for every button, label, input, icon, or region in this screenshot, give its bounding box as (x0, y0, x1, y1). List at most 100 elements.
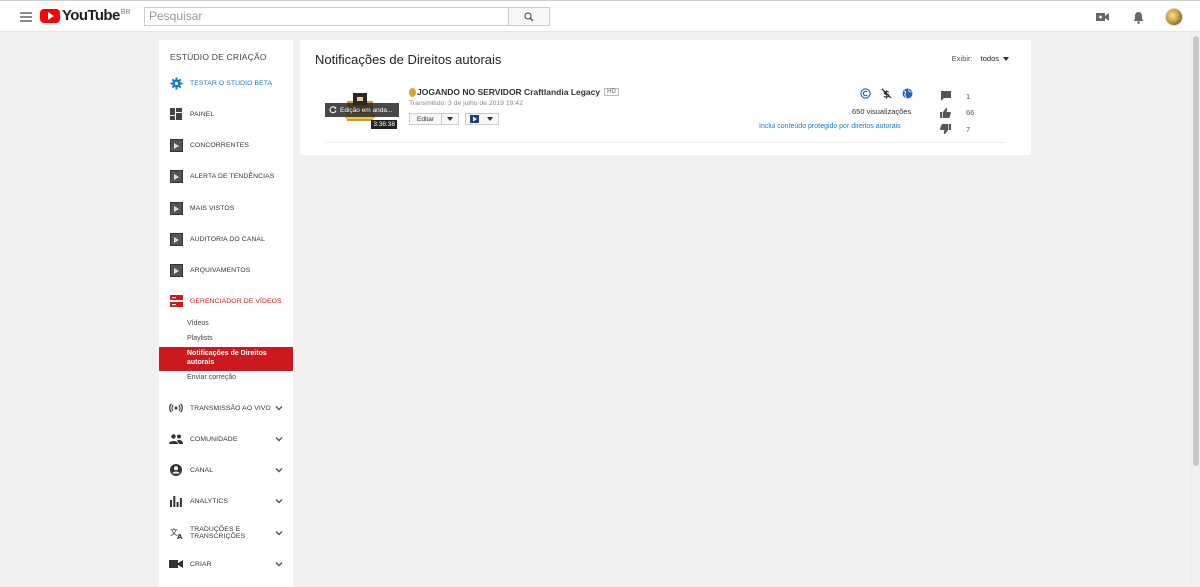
processing-text: Edição em anda... (340, 106, 393, 114)
sidebar-item-label: TRANSMISSÃO AO VIVO (190, 404, 271, 412)
likes-stat[interactable]: 66 (940, 105, 974, 122)
sidebar-item-alerta-tendencias[interactable]: ALERTA DE TENDÊNCIAS (159, 165, 293, 187)
comment-icon (940, 91, 951, 102)
extension-dropdown-toggle[interactable] (482, 114, 498, 124)
chevron-down-icon (275, 562, 283, 567)
sidebar-item-concorrentes[interactable]: CONCORRENTES (159, 134, 293, 156)
bell-icon (1133, 11, 1143, 24)
extension-tile-icon (169, 201, 183, 215)
video-thumbnail[interactable]: Edição em anda... 3:36:38 (325, 89, 399, 131)
processing-overlay: Edição em anda... (325, 103, 399, 117)
comments-stat[interactable]: 1 (940, 88, 974, 105)
search-icon (524, 11, 534, 21)
monetization-off-icon[interactable]: $ (881, 88, 892, 99)
sidebar-item-auditoria[interactable]: AUDITORIA DO CANAL (159, 228, 293, 250)
logo-text: YouTube (62, 7, 120, 24)
video-stats: 1 66 7 (940, 88, 974, 138)
copyright-claim-link[interactable]: Inclui conteúdo protegido por direitos a… (759, 123, 901, 130)
sidebar-item-label: CANAL (190, 466, 214, 474)
filter: Exibir: todos (952, 54, 1009, 63)
sidebar-item-mais-vistos[interactable]: MAIS VISTOS (159, 197, 293, 219)
video-title-row: JOGANDO NO SERVIDOR Craftlandia Legacy H… (409, 87, 619, 97)
sidebar-item-analytics[interactable]: ANALYTICS (159, 490, 293, 512)
caret-down-icon (486, 117, 493, 121)
upload-video-button[interactable] (1092, 7, 1112, 27)
sidebar-item-label: CONCORRENTES (190, 141, 249, 149)
sidebar-item-label: COMUNIDADE (190, 435, 238, 443)
sidebar-subitem-videos[interactable]: Vídeos (159, 320, 293, 327)
gear-icon (169, 76, 183, 90)
menu-icon[interactable] (20, 12, 32, 22)
extension-tile-icon (466, 114, 482, 124)
search-button[interactable] (509, 7, 550, 26)
sidebar-subitem-notificacoes[interactable]: Notificações de Direitos autorais (159, 347, 293, 371)
hd-badge: HD (604, 88, 619, 96)
edit-button[interactable]: Editar (409, 113, 459, 125)
caret-down-icon (446, 117, 453, 121)
filter-label: Exibir: (951, 54, 973, 63)
sidebar-item-arquivamentos[interactable]: ARQUIVAMENTOS (159, 259, 293, 281)
analytics-icon (169, 494, 183, 508)
sidebar-subitem-playlists[interactable]: Playlists (159, 335, 293, 342)
caret-down-icon (1003, 56, 1009, 61)
sidebar-subitem-enviar-correcao[interactable]: Enviar correção (159, 374, 293, 381)
globe-icon[interactable] (902, 88, 913, 99)
extension-menu-button[interactable] (464, 113, 499, 125)
filter-dropdown[interactable]: todos (981, 54, 1009, 63)
sidebar-item-label: ALERTA DE TENDÊNCIAS (190, 172, 275, 180)
sidebar-item-studio-beta[interactable]: TESTAR O STUDIO BETA (159, 72, 293, 94)
top-bar: YouTube BR Pesquisar (0, 0, 1200, 32)
sidebar-item-canal[interactable]: CANAL (159, 459, 293, 481)
studio-title: ESTÚDIO DE CRIAÇÃO (170, 52, 267, 62)
copyright-notices-panel: Notificações de Direitos autorais Exibir… (300, 40, 1031, 155)
chevron-down-icon (275, 437, 283, 442)
youtube-play-icon (40, 9, 60, 23)
live-icon (169, 401, 183, 415)
sidebar-item-gerenciador-videos[interactable]: GERENCIADOR DE VÍDEOS (159, 290, 293, 312)
chevron-down-icon (275, 499, 283, 504)
search-input[interactable]: Pesquisar (144, 7, 509, 26)
youtube-logo[interactable]: YouTube BR (40, 7, 130, 24)
sidebar-item-label: CRIAR (190, 560, 212, 568)
camera-icon (169, 557, 183, 571)
svg-text:A: A (177, 533, 183, 539)
thumbs-up-icon (940, 107, 951, 118)
dislikes-count: 7 (966, 124, 971, 134)
page-title: Notificações de Direitos autorais (315, 52, 502, 67)
dislikes-stat[interactable]: 7 (940, 121, 974, 138)
sidebar-item-label: GERENCIADOR DE VÍDEOS (190, 297, 282, 305)
account-button[interactable] (1164, 7, 1184, 27)
sidebar-item-label: TRADUÇÕES E TRANSCRIÇÕES (190, 526, 246, 540)
thumbs-down-icon (940, 124, 951, 135)
sidebar-item-painel[interactable]: PAINEL (159, 103, 293, 125)
copyright-icon[interactable] (860, 88, 871, 99)
sidebar-item-label: ANALYTICS (190, 497, 229, 505)
video-title[interactable]: JOGANDO NO SERVIDOR Craftlandia Legacy (417, 87, 600, 97)
sidebar-item-label: TESTAR O STUDIO BETA (190, 79, 273, 87)
extension-tile-icon (169, 232, 183, 246)
scrollbar-thumb[interactable] (1193, 36, 1199, 466)
channel-icon (169, 463, 183, 477)
sidebar-item-criar[interactable]: CRIAR (159, 553, 293, 575)
chevron-down-icon (275, 406, 283, 411)
refresh-icon (329, 106, 337, 114)
chevron-down-icon (275, 531, 283, 536)
sidebar-item-traducoes[interactable]: 文A TRADUÇÕES E TRANSCRIÇÕES (159, 522, 293, 544)
edit-dropdown-toggle[interactable] (442, 114, 458, 124)
notifications-button[interactable] (1128, 7, 1148, 27)
edit-button-label: Editar (410, 114, 442, 124)
sidebar-item-comunidade[interactable]: COMUNIDADE (159, 428, 293, 450)
chevron-down-icon (275, 468, 283, 473)
page-scrollbar[interactable] (1190, 32, 1200, 587)
video-date: Transmitido: 3 de julho de 2019 19:42 (409, 100, 523, 107)
community-icon (169, 432, 183, 446)
medal-icon (409, 87, 416, 97)
dashboard-icon (169, 107, 183, 121)
likes-count: 66 (966, 108, 975, 118)
sidebar-item-label: PAINEL (190, 110, 215, 118)
sidebar-item-label: AUDITORIA DO CANAL (190, 235, 265, 243)
sidebar-item-label: MAIS VISTOS (190, 204, 235, 212)
sidebar-item-transmissao[interactable]: TRANSMISSÃO AO VIVO (159, 397, 293, 419)
extension-tile-icon (169, 263, 183, 277)
video-manager-icon (169, 294, 183, 308)
